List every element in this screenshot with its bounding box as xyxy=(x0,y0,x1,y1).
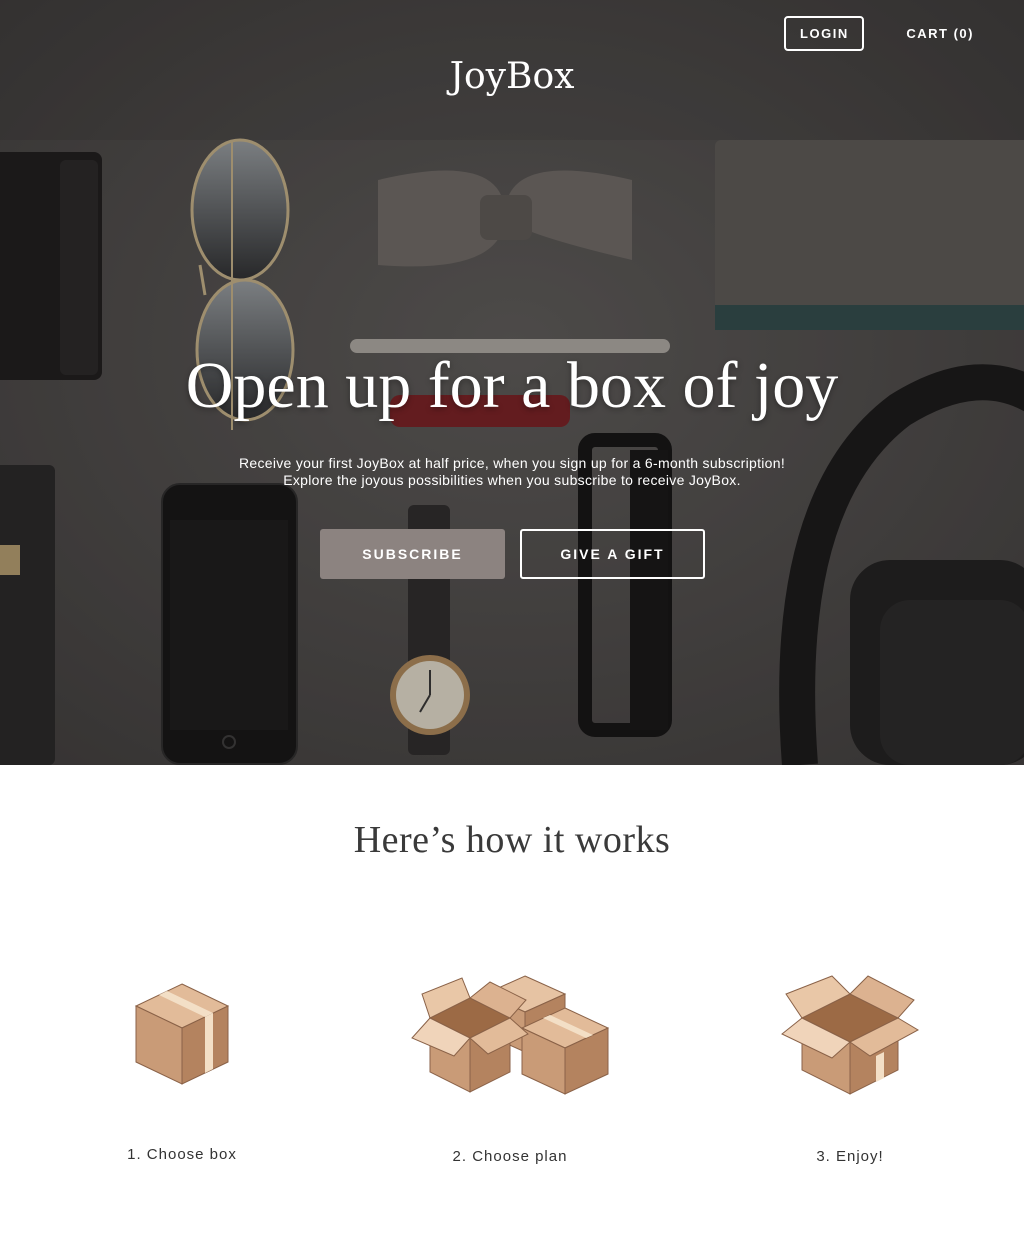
step-label-2: 2. Choose plan xyxy=(452,1148,568,1165)
hero-subtext: Receive your first JoyBox at half price,… xyxy=(0,455,1024,489)
cta-buttons: SUBSCRIBE GIVE A GIFT xyxy=(320,529,705,579)
hero-section: LOGIN CART (0) JoyBox Open up for a box … xyxy=(0,0,1024,765)
step-choose-box: 1. Choose box xyxy=(102,980,262,1163)
multiple-boxes-icon xyxy=(411,975,610,1095)
step-choose-plan: 2. Choose plan xyxy=(400,972,620,1165)
give-a-gift-button[interactable]: GIVE A GIFT xyxy=(520,529,705,579)
cart-link[interactable]: CART (0) xyxy=(906,26,974,41)
how-it-works-title: Here’s how it works xyxy=(353,819,671,861)
hero-subtext-line1: Receive your first JoyBox at half price,… xyxy=(238,455,786,471)
step-enjoy: 3. Enjoy! xyxy=(770,972,930,1165)
subscribe-button[interactable]: SUBSCRIBE xyxy=(320,529,505,579)
step-label-1: 1. Choose box xyxy=(127,1146,237,1163)
top-nav: LOGIN CART (0) xyxy=(784,16,974,51)
login-button[interactable]: LOGIN xyxy=(784,16,865,51)
hero-subtext-line2: Explore the joyous possibilities when yo… xyxy=(283,472,741,488)
hero-headline: Open up for a box of joy xyxy=(185,349,839,422)
site-logo[interactable]: JoyBox xyxy=(0,56,1024,97)
closed-box-icon xyxy=(134,983,230,1085)
step-label-3: 3. Enjoy! xyxy=(816,1148,884,1165)
open-box-icon xyxy=(781,975,920,1095)
